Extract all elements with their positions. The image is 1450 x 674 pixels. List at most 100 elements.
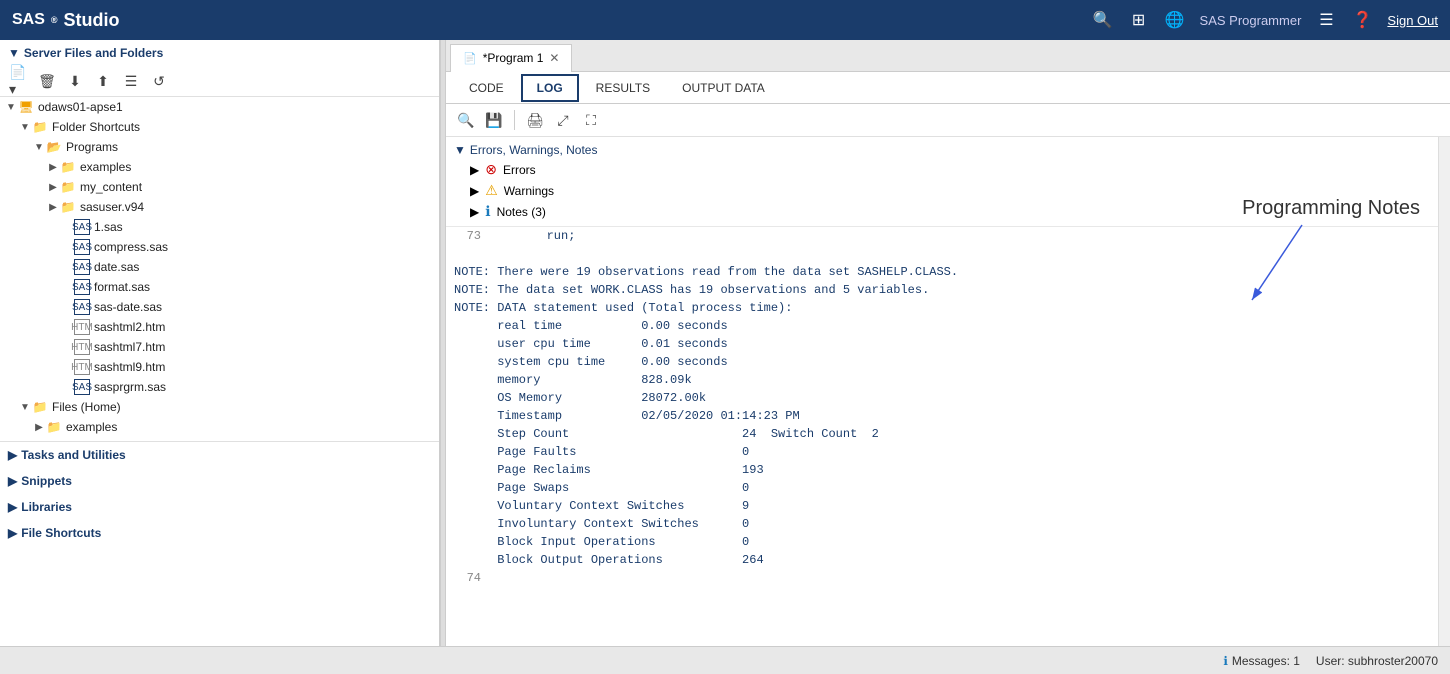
help-icon[interactable]: ❓ (1351, 9, 1373, 31)
note-line-pageswaps: Page Swaps 0 (454, 479, 1430, 497)
search-icon[interactable]: 🔍 (1092, 9, 1114, 31)
note-line-timestamp: Timestamp 02/05/2020 01:14:23 PM (454, 407, 1430, 425)
output-data-tab-label: OUTPUT DATA (682, 81, 765, 95)
output-data-tab[interactable]: OUTPUT DATA (667, 74, 780, 102)
note-line-osmemory: OS Memory 28072.00k (454, 389, 1430, 407)
note-line-volctx: Voluntary Context Switches 9 (454, 497, 1430, 515)
date-label: date.sas (94, 260, 139, 274)
tree-item-my-content[interactable]: ▶ 📁 my_content (0, 177, 439, 197)
note-line-syscpu: system cpu time 0.00 seconds (454, 353, 1430, 371)
messages-label: Messages: 1 (1232, 654, 1300, 668)
studio-label: Studio (64, 10, 120, 31)
sasuser-label: sasuser.v94 (80, 200, 144, 214)
note-line-pagereclaims: Page Reclaims 193 (454, 461, 1430, 479)
examples-label: examples (80, 160, 131, 174)
tree-item-compress[interactable]: SAS compress.sas (0, 237, 439, 257)
server-icon: 🖥 (18, 99, 34, 115)
tree-item-sashtml9[interactable]: HTM sashtml9.htm (0, 357, 439, 377)
my-content-icon: 📁 (60, 179, 76, 195)
tree-item-sashtml7[interactable]: HTM sashtml7.htm (0, 337, 439, 357)
errors-item[interactable]: ▶ ⊗ Errors (454, 159, 1430, 180)
snippets-section[interactable]: ▶ Snippets (0, 468, 439, 494)
arrow-files-home: ▼ (18, 402, 32, 413)
examples-folder-icon: 📁 (60, 159, 76, 175)
expand-icon[interactable]: ⤢ (551, 108, 575, 132)
tree-item-1sas[interactable]: SAS 1.sas (0, 217, 439, 237)
tree-item-folder-shortcuts[interactable]: ▼ 📁 Folder Shortcuts (0, 117, 439, 137)
server-files-section[interactable]: ▼ Server Files and Folders (0, 40, 439, 66)
date-icon: SAS (74, 259, 90, 275)
refresh-button[interactable]: ↺ (148, 70, 170, 92)
download-button[interactable]: ⬇ (64, 70, 86, 92)
tree-item-files-home[interactable]: ▼ 📁 Files (Home) (0, 397, 439, 417)
note-line-stepcount: Step Count 24 Switch Count 2 (454, 425, 1430, 443)
sashtml7-icon: HTM (74, 339, 90, 355)
tree-item-sasprgrm[interactable]: SAS sasprgrm.sas (0, 377, 439, 397)
print-icon[interactable]: 🖨 (523, 108, 547, 132)
log-tab-label: LOG (537, 81, 563, 95)
app-header: SAS® Studio 🔍 ⊞ 🌐 SAS Programmer ☰ ❓ Sig… (0, 0, 1450, 40)
warnings-expand-arrow: ▶ (470, 184, 479, 198)
tab-bar: 📄 *Program 1 ✕ (446, 40, 1450, 72)
note-line-realtime: real time 0.00 seconds (454, 317, 1430, 335)
error-icon: ⊗ (485, 161, 497, 178)
examples-home-icon: 📁 (46, 419, 62, 435)
log-tab[interactable]: LOG (521, 74, 579, 102)
save-log-icon[interactable]: 💾 (482, 108, 506, 132)
sasuser-icon: 📁 (60, 199, 76, 215)
upload-button[interactable]: ⬆ (92, 70, 114, 92)
delete-button[interactable]: 🗑 (36, 70, 58, 92)
sub-tab-bar: CODE LOG RESULTS OUTPUT DATA (446, 72, 1450, 104)
files-home-label: Files (Home) (52, 400, 121, 414)
compress-icon: SAS (74, 239, 90, 255)
tree-item-date[interactable]: SAS date.sas (0, 257, 439, 277)
ewn-expand-arrow: ▶ (470, 163, 479, 177)
signout-button[interactable]: Sign Out (1387, 13, 1438, 28)
tab-close-button[interactable]: ✕ (549, 51, 559, 65)
warnings-item[interactable]: ▶ ⚠ Warnings (454, 180, 1430, 201)
right-scrollbar[interactable] (1438, 137, 1450, 646)
results-tab[interactable]: RESULTS (581, 74, 665, 102)
notes-item[interactable]: ▶ ℹ Notes (3) (454, 201, 1430, 222)
sashtml9-icon: HTM (74, 359, 90, 375)
globe-icon[interactable]: 🌐 (1164, 9, 1186, 31)
tree-item-sasdate[interactable]: SAS sas-date.sas (0, 297, 439, 317)
arrow-libraries: ▶ (8, 500, 17, 514)
messages-icon: ℹ (1223, 654, 1228, 668)
arrow-snippets: ▶ (8, 474, 17, 488)
tree-item-sashtml2[interactable]: HTM sashtml2.htm (0, 317, 439, 337)
libraries-label: Libraries (21, 500, 72, 514)
apps-icon[interactable]: ⊞ (1128, 9, 1150, 31)
tree-item-examples-home[interactable]: ▶ 📁 examples (0, 417, 439, 437)
libraries-section[interactable]: ▶ Libraries (0, 494, 439, 520)
folder-shortcuts-label: Folder Shortcuts (52, 120, 140, 134)
tree-item-examples[interactable]: ▶ 📁 examples (0, 157, 439, 177)
tree-item-programs[interactable]: ▼ 📂 Programs (0, 137, 439, 157)
code-tab[interactable]: CODE (454, 74, 519, 102)
warnings-label: Warnings (504, 184, 554, 198)
ewn-header[interactable]: ▼ Errors, Warnings, Notes (454, 141, 1430, 159)
user-status-label: User: subhroster20070 (1316, 654, 1438, 668)
properties-button[interactable]: ☰ (120, 70, 142, 92)
arrow-file-shortcuts: ▶ (8, 526, 17, 540)
fullscreen-icon[interactable]: ⛶ (579, 108, 603, 132)
tree-item-format[interactable]: SAS format.sas (0, 277, 439, 297)
status-bar: ℹ Messages: 1 User: subhroster20070 (0, 646, 1450, 674)
arrow-server: ▼ (4, 102, 18, 113)
info-icon: ℹ (485, 203, 490, 220)
new-file-button[interactable]: 📄▾ (8, 70, 30, 92)
code-line-74: 74 (454, 569, 1430, 587)
program1-tab[interactable]: 📄 *Program 1 ✕ (450, 44, 572, 72)
line-num-74: 74 (454, 569, 489, 587)
tasks-label: Tasks and Utilities (21, 448, 125, 462)
menu-icon[interactable]: ☰ (1315, 9, 1337, 31)
sashtml9-label: sashtml9.htm (94, 360, 165, 374)
tasks-utilities-section[interactable]: ▶ Tasks and Utilities (0, 441, 439, 468)
arrow-tasks: ▶ (8, 448, 17, 462)
filter-icon[interactable]: 🔍 (454, 108, 478, 132)
tab-file-icon: 📄 (463, 52, 477, 65)
file-shortcuts-section[interactable]: ▶ File Shortcuts (0, 520, 439, 546)
tree-item-server[interactable]: ▼ 🖥 odaws01-apse1 (0, 97, 439, 117)
tab-label: *Program 1 (483, 51, 544, 65)
tree-item-sasuser[interactable]: ▶ 📁 sasuser.v94 (0, 197, 439, 217)
